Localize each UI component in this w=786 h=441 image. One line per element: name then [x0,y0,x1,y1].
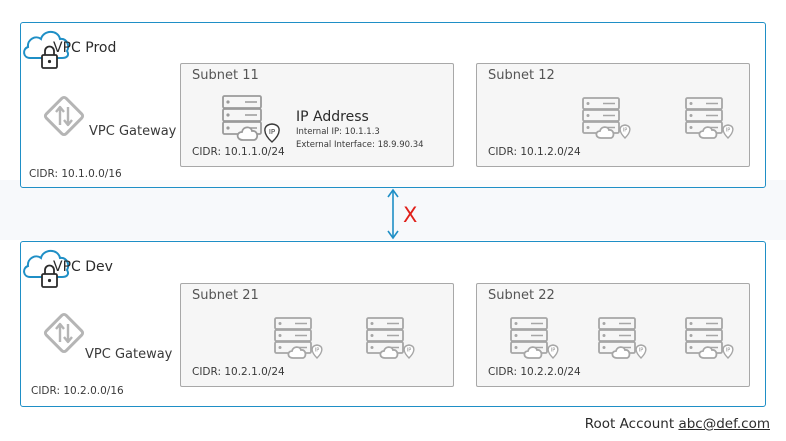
subnet-21-cidr: CIDR: 10.2.1.0/24 [192,366,285,378]
external-interface: External Interface: 18.9.90.34 [296,140,424,150]
vpc-dev-container: VPC Dev VPC Gateway CIDR: 10.2.0.0/16 Su… [20,241,766,407]
vpc-prod-container: VPC Prod VPC Gateway CIDR: 10.1.0.0/16 S… [20,22,766,188]
root-account-label: Root Account [584,416,675,432]
ip-address-title: IP Address [296,109,369,125]
subnet-11-cidr: CIDR: 10.1.1.0/24 [192,146,285,158]
subnet-12-title: Subnet 12 [488,68,555,83]
subnet-22: Subnet 22 CIDR: 10.2.2.0/24 [476,283,750,387]
vpc-gateway-icon [41,93,87,139]
server-cloud-ip-icon [579,96,635,140]
subnet-12-cidr: CIDR: 10.1.2.0/24 [488,146,581,158]
server-cloud-ip-icon [271,316,327,360]
blocked-mark: X [403,203,418,227]
subnet-11-title: Subnet 11 [192,68,259,83]
root-account-email-link[interactable]: abc@def.com [678,416,770,432]
server-cloud-ip-icon [595,316,651,360]
ip-address-info: IP Address Internal IP: 10.1.1.3 Externa… [296,108,424,152]
vpc-dev-gateway-label: VPC Gateway [85,347,173,362]
vpc-dev-cidr: CIDR: 10.2.0.0/16 [31,385,124,397]
vpc-prod-cidr: CIDR: 10.1.0.0/16 [29,168,122,180]
vpc-dev-title: VPC Dev [53,259,113,275]
vpc-prod-gateway-label: VPC Gateway [89,124,177,139]
subnet-22-cidr: CIDR: 10.2.2.0/24 [488,366,581,378]
internal-ip: Internal IP: 10.1.1.3 [296,127,380,137]
server-cloud-ip-icon [682,316,738,360]
server-cloud-ip-icon [363,316,419,360]
double-arrow-icon [387,188,399,240]
subnet-21: Subnet 21 CIDR: 10.2.1.0/24 [180,283,454,387]
vpc-gateway-icon [41,310,87,356]
server-cloud-ip-icon [219,94,283,144]
root-account-footer: Root Account abc@def.com [585,416,770,432]
subnet-22-title: Subnet 22 [488,288,555,303]
subnet-11: Subnet 11 IP Address Internal IP: 10.1.1… [180,63,454,167]
server-cloud-ip-icon [507,316,563,360]
vpc-prod-title: VPC Prod [53,40,117,56]
subnet-12: Subnet 12 CIDR: 10.1.2.0/24 [476,63,750,167]
server-cloud-ip-icon [682,96,738,140]
subnet-21-title: Subnet 21 [192,288,259,303]
